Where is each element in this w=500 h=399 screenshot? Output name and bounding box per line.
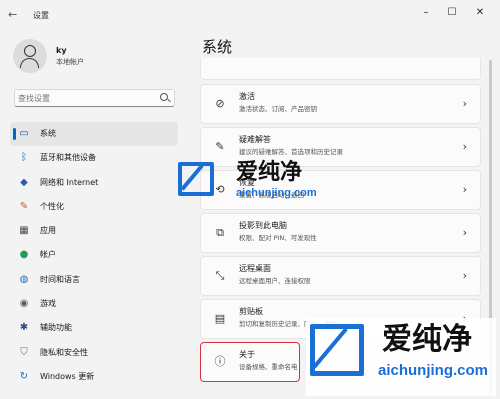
clipboard-icon: ▤ (214, 312, 226, 325)
sidebar-item-label: Windows 更新 (40, 371, 95, 381)
card-title: 激活 (239, 92, 255, 101)
page-title: 系统 (202, 38, 233, 56)
brush-icon: ✎ (19, 200, 29, 212)
sidebar-item-apps[interactable]: ▦ 应用 (10, 219, 178, 243)
card-title: 关于 (239, 350, 255, 359)
chevron-right-icon: › (462, 97, 467, 110)
watermark-logo-icon (310, 324, 364, 376)
info-icon: ⓘ (214, 355, 226, 368)
card-desc: 远程桌面用户、连接权限 (239, 277, 311, 285)
sidebar-item-label: 辅助功能 (40, 323, 72, 333)
card-title: 远程桌面 (239, 264, 271, 273)
chevron-right-icon: › (462, 269, 467, 282)
sidebar-item-time-language[interactable]: ◍ 时间和语言 (10, 268, 178, 292)
watermark-url: aichunjing.com (378, 362, 489, 379)
project-icon: ⧉ (216, 226, 224, 239)
sidebar-item-label: 游戏 (40, 299, 56, 309)
watermark-brand: 爱纯净 (382, 322, 472, 357)
watermark-middle: 爱纯净 aichunjing.com (178, 160, 338, 204)
card-desc: 激活状态、订阅、产品密钥 (239, 105, 317, 113)
avatar[interactable] (13, 39, 47, 73)
sidebar-item-privacy[interactable]: ⛉ 隐私和安全性 (10, 341, 178, 365)
card-title: 疑难解答 (239, 135, 271, 144)
app-title: 设置 (33, 11, 49, 20)
display-icon: ▭ (19, 128, 29, 139)
accessibility-icon: ✱ (19, 322, 29, 334)
title-bar: ← 设置 – ☐ ✕ (0, 0, 500, 30)
settings-card-activation[interactable]: ⊘ 激活 激活状态、订阅、产品密钥 › (200, 84, 481, 124)
update-icon: ↻ (19, 370, 29, 382)
card-desc: 权限、配对 PIN、可发现性 (239, 234, 317, 242)
close-button[interactable]: ✕ (472, 6, 488, 20)
card-title: 投影到此电脑 (239, 221, 287, 230)
bluetooth-icon: ᛒ (21, 152, 27, 164)
settings-card-remote-desktop[interactable]: ⤡ 远程桌面 远程桌面用户、连接权限 › (200, 256, 481, 296)
sidebar-item-personalization[interactable]: ✎ 个性化 (10, 195, 178, 219)
search-input[interactable] (18, 91, 153, 105)
account-icon: ● (19, 249, 29, 261)
sidebar-item-label: 时间和语言 (40, 274, 80, 284)
sidebar-nav: ▭ 系统 ᛒ 蓝牙和其他设备 ◆ 网络和 Internet ✎ 个性化 ▦ 应用… (10, 122, 178, 389)
remote-desktop-icon: ⤡ (215, 269, 225, 282)
sidebar-item-label: 蓝牙和其他设备 (40, 153, 96, 163)
card-desc: 设备规格、重命名电脑、Windows 规格 (239, 363, 297, 371)
globe-clock-icon: ◍ (19, 273, 29, 285)
sidebar-item-label: 网络和 Internet (40, 177, 99, 187)
sidebar-item-label: 帐户 (40, 250, 56, 260)
settings-window: ← 设置 – ☐ ✕ ky 本地帐户 ▭ 系统 ᛒ 蓝牙和其他设备 ◆ 网络和 … (0, 0, 500, 399)
sidebar-item-windows-update[interactable]: ↻ Windows 更新 (10, 365, 178, 389)
search-box[interactable] (14, 89, 175, 107)
sidebar-item-label: 个性化 (40, 201, 64, 211)
chevron-right-icon: › (462, 226, 467, 239)
wrench-icon: ✎ (215, 140, 225, 153)
chevron-right-icon: › (462, 183, 467, 196)
settings-card-project-to-pc[interactable]: ⧉ 投影到此电脑 权限、配对 PIN、可发现性 › (200, 213, 481, 253)
gamepad-icon: ◉ (19, 298, 29, 310)
chevron-right-icon: › (462, 140, 467, 153)
wifi-icon: ◆ (20, 176, 28, 188)
watermark-url: aichunjing.com (236, 187, 317, 199)
sidebar-item-label: 隐私和安全性 (40, 347, 88, 357)
sidebar-item-system[interactable]: ▭ 系统 (10, 122, 178, 147)
search-icon[interactable] (160, 93, 168, 101)
back-arrow-icon[interactable]: ← (8, 9, 17, 21)
watermark-logo-icon (178, 162, 214, 196)
check-circle-icon: ⊘ (215, 97, 225, 110)
sidebar-item-gaming[interactable]: ◉ 游戏 (10, 292, 178, 316)
user-name: ky (56, 46, 67, 55)
sidebar-item-bluetooth[interactable]: ᛒ 蓝牙和其他设备 (10, 146, 178, 170)
settings-card-about[interactable]: ⓘ 关于 设备规格、重命名电脑、Windows 规格 (200, 342, 300, 382)
sidebar-item-accessibility[interactable]: ✱ 辅助功能 (10, 316, 178, 340)
minimize-button[interactable]: – (418, 6, 434, 20)
watermark-bottom: 爱纯净 aichunjing.com (306, 318, 496, 396)
settings-card-partial (200, 58, 481, 80)
card-title: 剪贴板 (239, 307, 263, 316)
sidebar-item-label: 系统 (40, 129, 56, 138)
person-icon (24, 45, 36, 57)
watermark-brand: 爱纯净 (236, 160, 303, 185)
shield-icon: ⛉ (20, 346, 28, 358)
maximize-button[interactable]: ☐ (444, 6, 460, 20)
sidebar-item-accounts[interactable]: ● 帐户 (10, 243, 178, 267)
card-desc: 建议的疑难解答、首选项和历史记录 (239, 148, 343, 156)
sidebar-item-network[interactable]: ◆ 网络和 Internet (10, 171, 178, 195)
sidebar-item-label: 应用 (40, 226, 56, 236)
account-type: 本地帐户 (56, 58, 84, 66)
apps-icon: ▦ (19, 225, 29, 237)
